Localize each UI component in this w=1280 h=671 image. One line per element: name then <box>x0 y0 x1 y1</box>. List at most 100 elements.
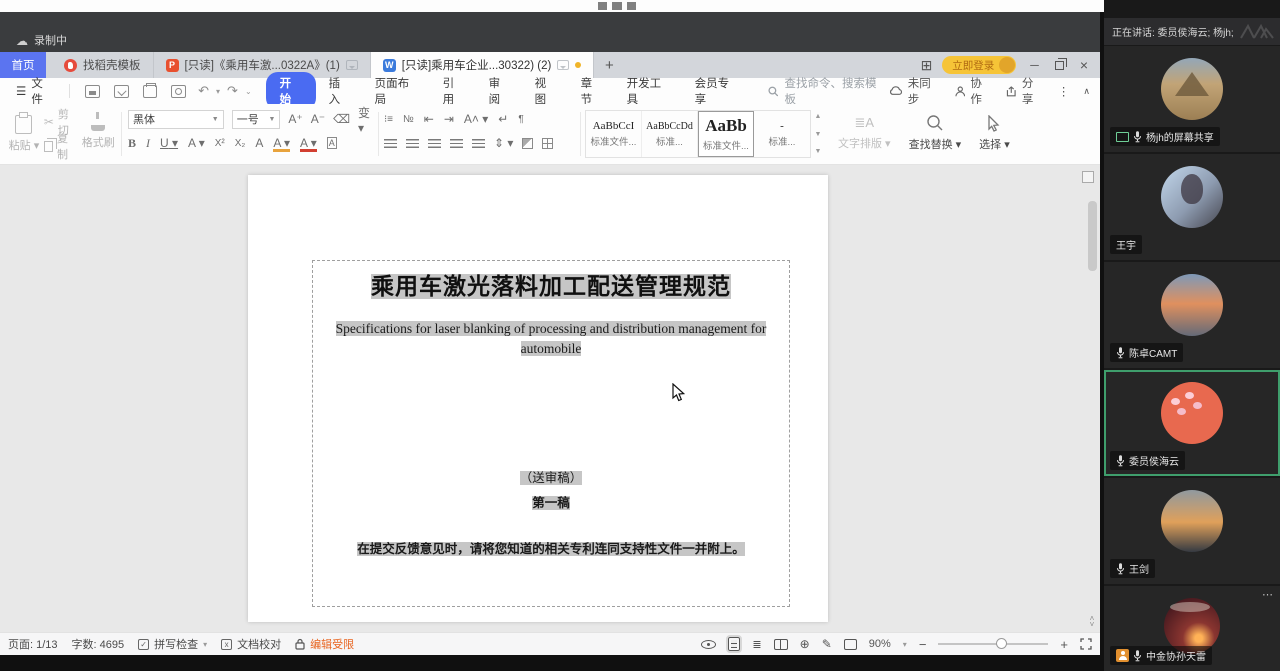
numbering-button[interactable]: № <box>403 114 414 125</box>
fullscreen-icon[interactable] <box>1080 638 1092 650</box>
vertical-scrollbar[interactable] <box>1088 189 1097 609</box>
tab-docer-templates[interactable]: 找稻壳模板 <box>46 52 154 78</box>
file-menu[interactable]: ☰ 文件 <box>10 75 59 107</box>
page-indicator: 页面: 1/13 <box>8 636 58 652</box>
tile-more-menu-icon[interactable]: ⋯ <box>1262 588 1274 601</box>
style-item[interactable]: - 标准... <box>754 111 810 157</box>
superscript-button[interactable]: X² <box>215 138 225 149</box>
underline-button[interactable]: U ▾ <box>160 136 178 150</box>
apps-grid-icon[interactable]: ⊞ <box>921 57 933 74</box>
select-button[interactable]: 选择 ▾ <box>979 104 1010 162</box>
zoom-slider[interactable] <box>938 643 1048 645</box>
find-replace-button[interactable]: 查找替换 ▾ <box>909 104 962 162</box>
clear-format-button[interactable]: ⌫ <box>333 112 350 126</box>
gallery-scroll-arrows[interactable]: ▲ ▼ ▼ <box>813 110 823 158</box>
align-center-button[interactable] <box>406 139 419 148</box>
font-color-button[interactable]: A ▾ <box>300 136 317 150</box>
gallery-up-icon[interactable]: ▲ <box>815 113 822 120</box>
char-scale-button[interactable]: A ▾ <box>188 136 205 150</box>
decrease-indent-button[interactable]: ⇤ <box>424 112 434 126</box>
bullets-button[interactable]: ⁝≡ <box>384 114 393 125</box>
word-count[interactable]: 字数: 4695 <box>72 636 125 652</box>
close-button[interactable]: × <box>1080 57 1088 73</box>
distribute-button[interactable] <box>472 139 485 148</box>
grow-font-button[interactable]: A⁺ <box>288 112 302 126</box>
char-border-button[interactable]: A <box>327 137 337 149</box>
style-item-selected[interactable]: AaBb 标准文件... <box>698 111 754 157</box>
scrollbar-thumb[interactable] <box>1088 201 1097 271</box>
minimize-button[interactable]: ─ <box>1030 58 1039 72</box>
copy-button[interactable]: 复制 <box>44 134 77 158</box>
participant-tile-screen-share[interactable]: 杨jh的屏幕共享 <box>1104 46 1280 152</box>
quick-access-customize-icon[interactable]: ⌄ <box>245 87 252 96</box>
page-nav-buttons[interactable]: ˄˅ <box>1087 616 1097 628</box>
collaborate-button[interactable]: 协作 <box>955 75 993 107</box>
zoom-in-button[interactable]: + <box>1060 637 1068 652</box>
ink-pen-button[interactable]: ✎ <box>822 637 832 651</box>
outline-view-button[interactable]: ≣ <box>752 638 761 651</box>
spell-check-button[interactable]: ✓ 拼写检查▾ <box>138 636 207 652</box>
format-painter-button[interactable]: 格式刷 <box>77 106 120 162</box>
read-layout-button[interactable] <box>774 639 788 650</box>
style-item[interactable]: AaBbCcDd 标准... <box>642 111 698 157</box>
ruler-toggle-button[interactable] <box>1082 171 1094 183</box>
print-button[interactable] <box>143 85 158 98</box>
increase-indent-button[interactable]: ⇥ <box>444 112 454 126</box>
export-button[interactable] <box>114 85 129 98</box>
pinyin-guide-button[interactable]: 变 ▾ <box>358 104 376 135</box>
paste-button[interactable]: 粘贴 ▾ <box>4 106 44 162</box>
text-layout-button[interactable]: ≣A 文字排版 ▾ <box>838 104 891 162</box>
command-search[interactable]: 查找命令、搜索模板 <box>768 75 886 107</box>
undo-dropdown-icon[interactable]: ▾ <box>216 87 220 96</box>
participant-tile[interactable]: 王宇 <box>1104 154 1280 260</box>
shading-button[interactable] <box>522 138 533 149</box>
sync-status-label: 未同步 <box>908 75 941 107</box>
print-preview-button[interactable] <box>171 85 186 98</box>
document-page[interactable]: 乘用车激光落料加工配送管理规范 Specifications for laser… <box>248 175 828 622</box>
font-size-combobox[interactable]: 一号▼ <box>232 110 281 129</box>
restore-button[interactable] <box>1055 61 1064 70</box>
save-button[interactable] <box>85 85 100 98</box>
gallery-more-icon[interactable]: ▼ <box>815 148 822 155</box>
highlight-color-button[interactable]: A ▾ <box>273 136 290 150</box>
char-shading-button[interactable]: A <box>255 136 263 150</box>
justify-button[interactable] <box>450 139 463 148</box>
align-right-button[interactable] <box>428 139 441 148</box>
text-wrap-button[interactable]: ↵ <box>498 112 508 126</box>
undo-button[interactable]: ↶ <box>198 83 209 99</box>
web-view-button[interactable]: ⊕ <box>800 637 810 651</box>
line-spacing-button[interactable]: ⇕ ▾ <box>494 136 513 150</box>
page-view-button[interactable] <box>728 637 740 651</box>
bold-button[interactable]: B <box>128 136 136 151</box>
shrink-font-button[interactable]: A⁻ <box>311 112 325 126</box>
edit-restricted-indicator[interactable]: 编辑受限 <box>295 636 354 652</box>
zoom-level[interactable]: 90% <box>869 638 891 650</box>
zoom-out-button[interactable]: − <box>919 637 927 652</box>
align-left-button[interactable] <box>384 139 397 148</box>
style-item[interactable]: AaBbCcI 标准文件... <box>586 111 642 157</box>
collapse-ribbon-icon[interactable]: ∧ <box>1083 86 1090 97</box>
proofread-button[interactable]: x 文档校对 <box>221 636 281 652</box>
borders-button[interactable] <box>542 138 553 149</box>
sync-status[interactable]: 未同步 <box>889 75 940 107</box>
share-button[interactable]: 分享 <box>1006 75 1044 107</box>
italic-button[interactable]: I <box>146 136 150 151</box>
participant-tile-speaking[interactable]: 委员侯海云 <box>1104 370 1280 476</box>
participant-tile[interactable]: 王剑 <box>1104 478 1280 584</box>
screen-share-icon <box>1116 132 1129 142</box>
participant-tile[interactable]: 陈卓CAMT <box>1104 262 1280 368</box>
subscript-button[interactable]: X₂ <box>235 138 246 149</box>
participant-tile[interactable]: ⋯ 中金协孙天雷 <box>1104 586 1280 671</box>
eye-protect-icon[interactable] <box>701 640 716 649</box>
fit-page-button[interactable] <box>844 639 857 650</box>
font-name-combobox[interactable]: 黑体▼ <box>128 110 224 129</box>
zoom-dropdown-icon[interactable]: ▾ <box>903 640 907 649</box>
more-menu-icon[interactable]: ⋮ <box>1058 84 1070 98</box>
asian-layout-button[interactable]: A˄ ▾ <box>464 112 488 126</box>
redo-button[interactable]: ↷ <box>227 83 238 99</box>
wps-window: ☁ 录制中 首页 找稻壳模板 P [只读]《乘用车激...0322A》(1) W… <box>0 12 1100 643</box>
show-marks-button[interactable]: ¶ <box>518 114 523 125</box>
zoom-slider-handle[interactable] <box>996 638 1007 649</box>
gallery-down-icon[interactable]: ▼ <box>815 131 822 138</box>
login-button[interactable]: 立即登录 <box>942 56 1016 74</box>
